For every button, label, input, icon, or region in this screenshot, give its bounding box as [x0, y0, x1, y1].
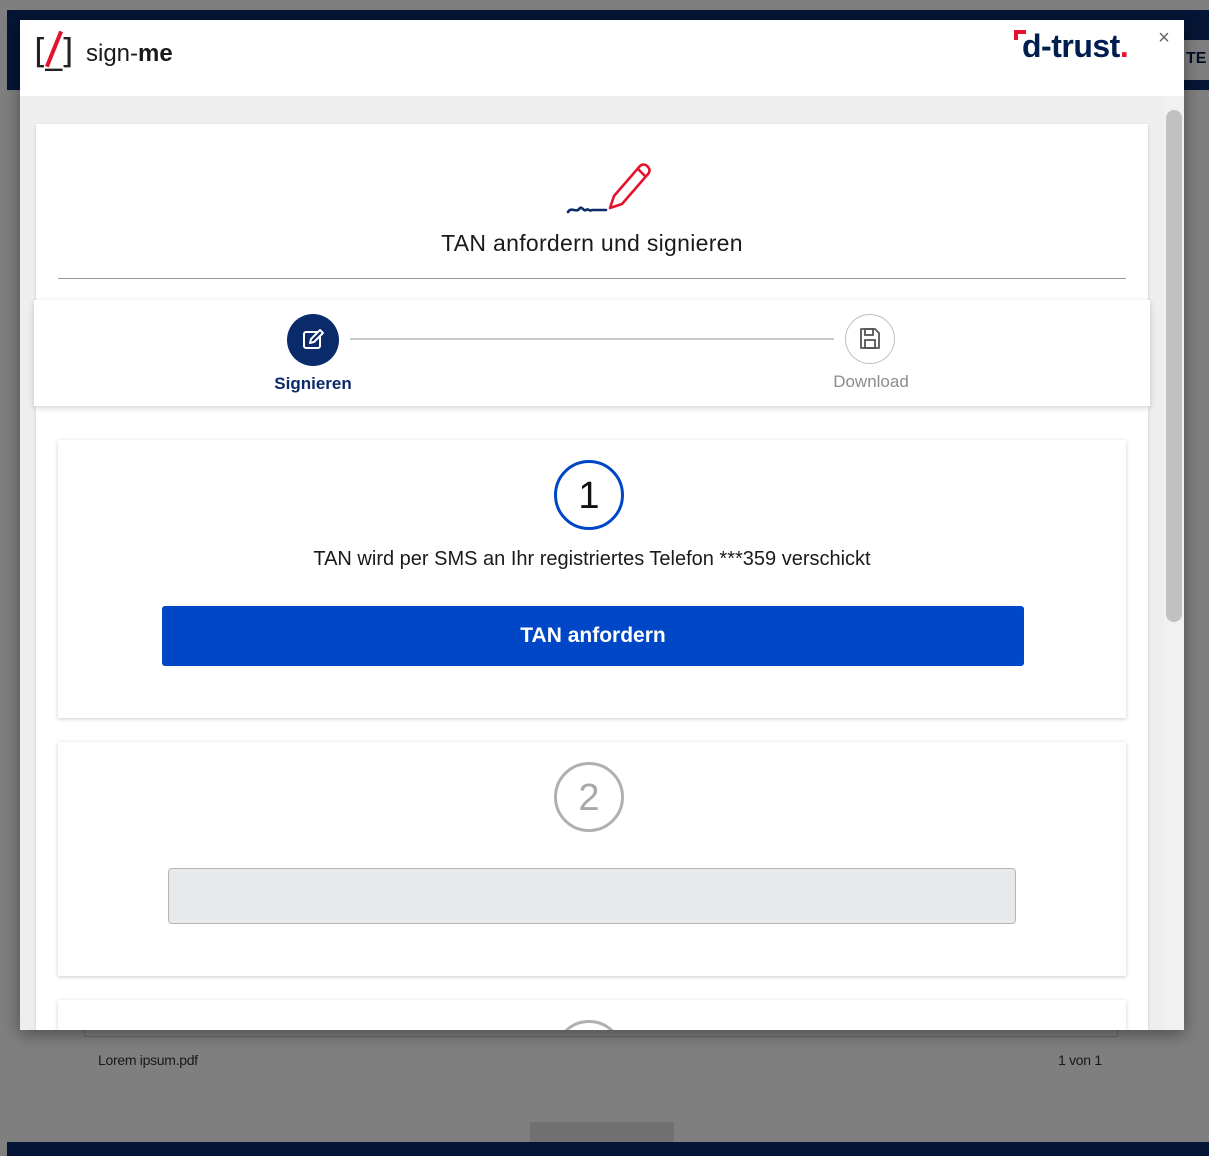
step-2-card: 2	[58, 742, 1126, 976]
d-trust-wordmark: d-trust.	[1022, 28, 1129, 65]
step-signieren-indicator[interactable]	[287, 314, 339, 366]
save-icon	[860, 328, 880, 349]
dialog-content[interactable]: TAN anfordern und signieren Signieren Do…	[20, 96, 1168, 1030]
step-1-card: 1 TAN wird per SMS an Ihr registriertes …	[58, 440, 1126, 718]
d-trust-dot: .	[1119, 28, 1129, 64]
dialog-scrollbar-thumb[interactable]	[1166, 110, 1182, 622]
d-trust-text: d-trust	[1022, 28, 1120, 64]
signature-pen-icon	[566, 163, 651, 214]
d-trust-logo: d-trust.	[1014, 26, 1148, 76]
dialog-title: TAN anfordern und signieren	[441, 230, 743, 256]
edit-icon	[303, 329, 324, 349]
dialog-header: [_] sign-me d-trust. ×	[20, 20, 1184, 96]
step-download-label: Download	[833, 372, 909, 391]
sign-me-logo: [_] sign-me	[34, 28, 194, 78]
stepper-connector	[350, 338, 834, 340]
close-button[interactable]: ×	[1154, 28, 1174, 48]
title-divider	[58, 278, 1126, 279]
sms-info-text: TAN wird per SMS an Ihr registriertes Te…	[313, 548, 871, 570]
step-1-number: 1	[554, 460, 624, 530]
logo-suffix: me	[138, 40, 173, 67]
tan-input-field[interactable]	[168, 868, 1016, 924]
step-signieren-label: Signieren	[274, 374, 352, 393]
request-tan-button[interactable]: TAN anfordern	[162, 606, 1024, 666]
progress-stepper: Signieren Download	[34, 300, 1150, 406]
signing-dialog: [_] sign-me d-trust. × TAN anfordern und…	[20, 20, 1184, 1030]
logo-prefix: sign-	[86, 40, 139, 67]
step-3-number	[554, 1020, 624, 1030]
sign-me-wordmark: sign-me	[86, 40, 173, 68]
step-3-card	[58, 1000, 1126, 1030]
step-download-indicator[interactable]	[845, 314, 895, 364]
step-2-number: 2	[554, 762, 624, 832]
